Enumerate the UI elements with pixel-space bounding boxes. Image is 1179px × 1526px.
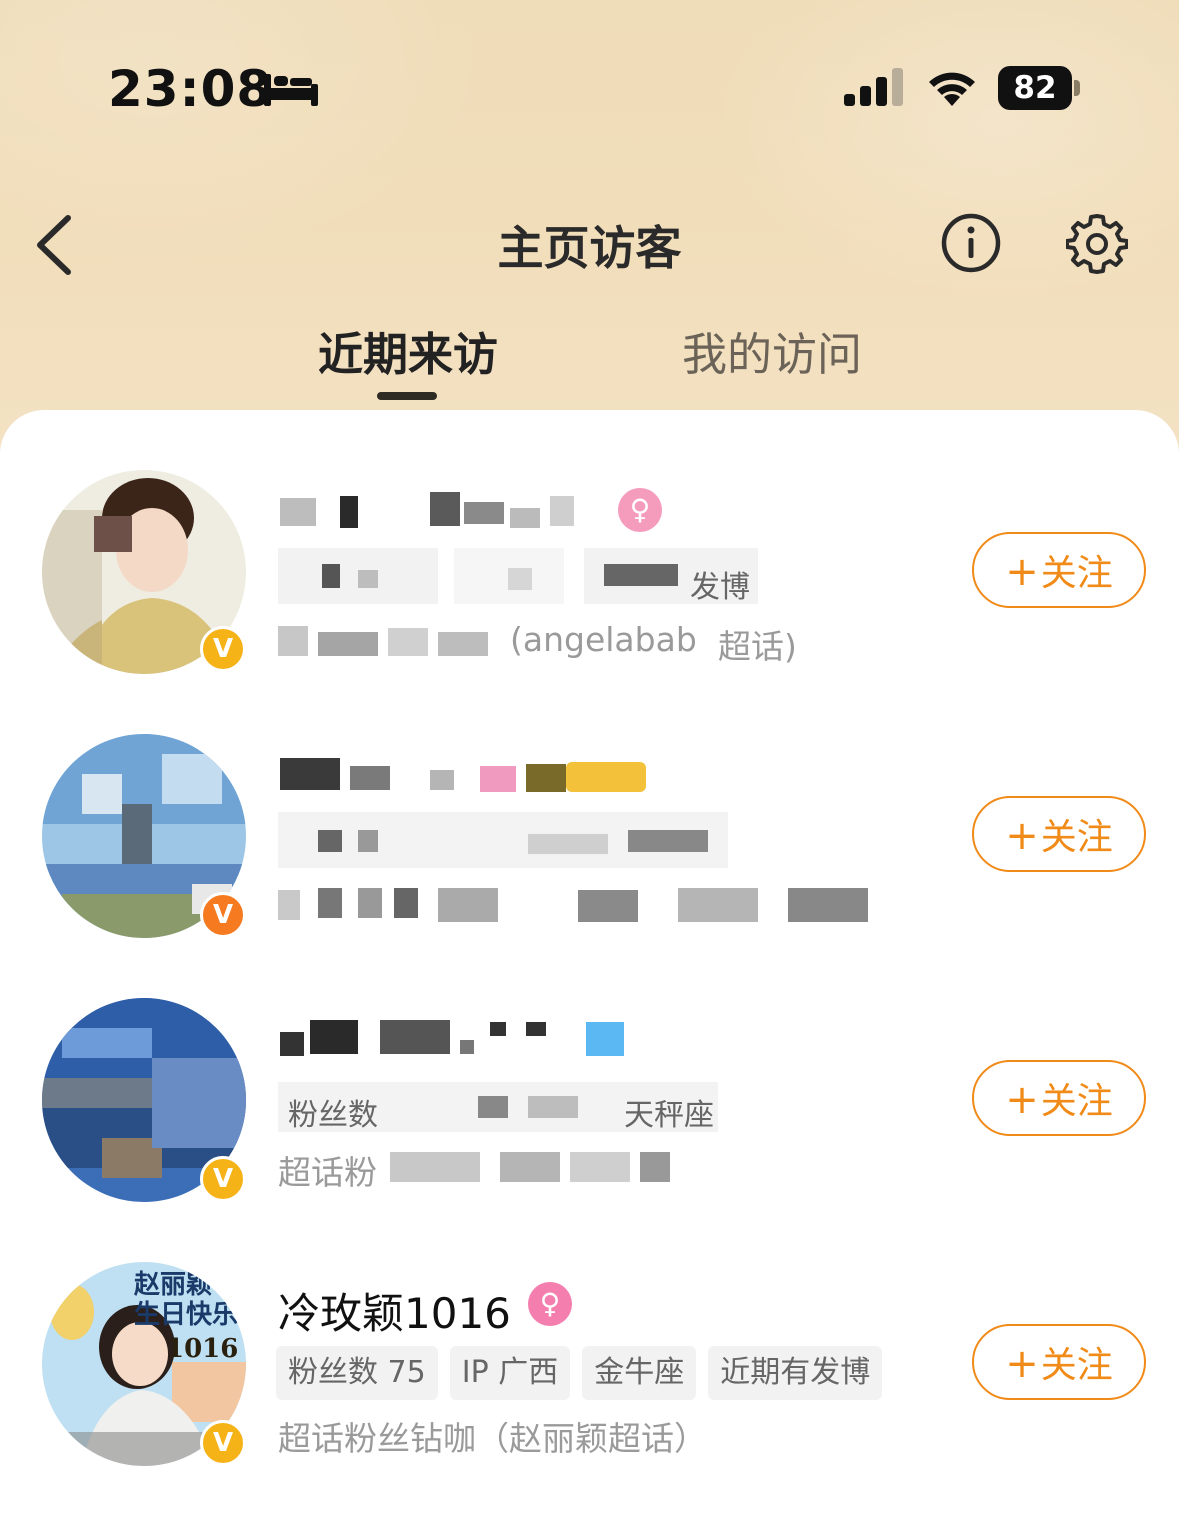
pixelated-tags xyxy=(278,812,728,872)
verified-badge: V xyxy=(200,1156,246,1202)
plus-icon: + xyxy=(1005,1077,1039,1123)
tab-recent-visits[interactable]: 近期来访 xyxy=(318,318,498,383)
follow-button[interactable]: +关注 xyxy=(972,796,1146,872)
cellular-signal-icon xyxy=(844,68,903,106)
recent-post-tag: 近期有发博 xyxy=(708,1346,883,1400)
verified-badge: V xyxy=(200,892,246,938)
visitor-row[interactable]: 赵丽颖 生日快乐 1016 V 冷玫颖1016 ♀ 粉丝数 75 IP 广西 金… xyxy=(0,1258,1179,1498)
follow-button[interactable]: +关注 xyxy=(972,1060,1146,1136)
pixelated-name xyxy=(280,748,660,802)
battery-indicator: 82 xyxy=(998,66,1082,110)
fan-count-label: 粉丝数 xyxy=(288,1098,378,1133)
plus-icon: + xyxy=(1005,1341,1039,1387)
visitor-row[interactable]: V ♀ 发博 (angelabab 超话) +关注 xyxy=(0,466,1179,706)
zodiac-tag: 金牛座 xyxy=(582,1346,697,1400)
visitor-description: 超话粉丝钻咖（赵丽颖超话） xyxy=(278,1419,707,1458)
plus-icon: + xyxy=(1005,549,1039,595)
avatar-caption: 生日快乐 xyxy=(134,1300,239,1330)
tab-my-visits[interactable]: 我的访问 xyxy=(682,318,862,383)
female-icon: ♀ xyxy=(528,1282,572,1326)
verified-badge: V xyxy=(200,626,246,672)
page-title: 主页访客 xyxy=(497,221,682,275)
battery-cap xyxy=(1074,80,1080,96)
visitor-tags: 粉丝数 75 IP 广西 金牛座 近期有发博 xyxy=(276,1346,883,1400)
pixelated-desc xyxy=(278,880,878,930)
visitor-description-tail: 超话) xyxy=(718,627,797,666)
sleep-focus-icon xyxy=(264,74,318,106)
visitor-description: (angelabab xyxy=(510,620,697,659)
active-tab-indicator xyxy=(377,392,437,400)
status-time: 23:08 xyxy=(108,60,273,118)
visitor-name[interactable]: 冷玫颖1016 xyxy=(278,1280,511,1341)
pixelated-tags xyxy=(278,548,758,608)
female-icon: ♀ xyxy=(618,488,662,532)
pixelated-desc xyxy=(390,1144,690,1192)
tag-text: 发博 xyxy=(690,570,750,605)
fan-count-tag: 粉丝数 75 xyxy=(276,1346,438,1400)
pixelated-name xyxy=(280,1016,640,1066)
avatar-caption: 1016 xyxy=(166,1334,239,1364)
ip-location-tag: IP 广西 xyxy=(449,1346,571,1400)
visitor-row[interactable]: V +关注 xyxy=(0,730,1179,970)
pixelated-desc xyxy=(278,618,518,666)
info-icon[interactable] xyxy=(940,212,1002,274)
plus-icon: + xyxy=(1005,813,1039,859)
verified-badge: V xyxy=(200,1420,246,1466)
battery-level: 82 xyxy=(998,66,1072,110)
settings-gear-icon[interactable] xyxy=(1066,212,1128,274)
zodiac-tag: 天秤座 xyxy=(624,1098,714,1133)
follow-button[interactable]: +关注 xyxy=(972,532,1146,608)
follow-button[interactable]: +关注 xyxy=(972,1324,1146,1400)
visitor-description: 超话粉 xyxy=(278,1153,377,1192)
visitor-row[interactable]: V 粉丝数 天秤座 超话粉 +关注 xyxy=(0,994,1179,1234)
wifi-icon xyxy=(929,72,975,106)
